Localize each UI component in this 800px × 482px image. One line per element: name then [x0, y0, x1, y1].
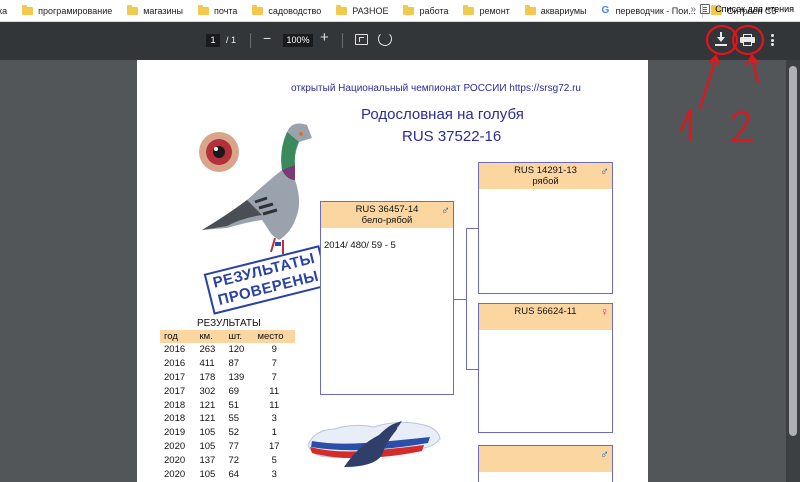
km-cell: 411	[199, 358, 215, 370]
pigeon-ring-number: RUS 37522-16	[402, 128, 502, 145]
pdf-page: открытый Национальный чемпионат РОССИИ h…	[137, 60, 648, 482]
place-cell: 7	[271, 358, 277, 370]
place-cell: 11	[269, 385, 280, 397]
connector-line	[454, 299, 466, 300]
count-cell: 120	[228, 344, 245, 356]
arrow-1-line	[698, 56, 718, 110]
km-cell: 121	[199, 413, 216, 425]
male-icon: ♂	[600, 164, 609, 178]
table-row: 2017 178 139 7	[160, 371, 295, 385]
km-cell: 137	[199, 454, 216, 466]
count-cell: 55	[228, 413, 240, 425]
place-cell: 1	[271, 427, 277, 439]
document-header: открытый Национальный чемпионат РОССИИ h…	[291, 83, 581, 94]
table-row: 2018 121 55 3	[160, 412, 295, 426]
km-cell: 178	[199, 371, 216, 383]
results-header-row: год км. шт. место	[160, 330, 295, 343]
vertical-scrollbar[interactable]	[786, 60, 800, 482]
count-cell: 51	[228, 399, 240, 411]
place-cell: 5	[271, 454, 277, 466]
results-table-body: 2016 263 120 9 2016 411 87 7 2017 178 139 7 2017 302 6…	[160, 343, 295, 482]
year-cell: 2018	[164, 399, 186, 411]
results-table: год км. шт. место 2016 263 120 9 2016 411 87 7 2…	[160, 330, 295, 482]
sire-box: RUS 36457-14 бело-рябой ♂ 2014/ 480/ 59 …	[320, 201, 454, 395]
grandsire-box-header: RUS 14291-13 рябой ♂	[479, 163, 612, 189]
sire-note: 2014/ 480/ 59 - 5	[324, 240, 396, 251]
km-cell: 263	[199, 344, 216, 356]
count-cell: 139	[228, 371, 245, 383]
place-cell: 3	[271, 413, 277, 425]
year-cell: 2016	[164, 358, 186, 370]
table-row: 2017 302 69 11	[160, 384, 295, 398]
year-cell: 2017	[164, 371, 186, 383]
place-cell: 3	[271, 468, 277, 480]
year-cell: 2020	[164, 440, 186, 452]
sire-color: бело-рябой	[361, 215, 413, 226]
table-row: 2018 121 51 11	[160, 398, 295, 412]
ancestor-box-header: ♂	[479, 446, 612, 472]
km-cell: 302	[199, 385, 216, 397]
granddam-ring: RUS 56624-11	[514, 306, 577, 317]
km-cell: 105	[199, 468, 216, 480]
connector-line	[466, 228, 478, 229]
digit-1	[679, 109, 692, 142]
connector-line	[466, 228, 467, 370]
col-header-year: год	[160, 330, 196, 343]
results-title: РЕЗУЛЬТАТЫ	[197, 318, 261, 329]
table-row: 2016 263 120 9	[160, 343, 295, 357]
year-cell: 2018	[164, 413, 186, 425]
col-header-place: место	[253, 330, 295, 343]
km-cell: 105	[199, 427, 216, 439]
granddam-box: RUS 56624-11 ♀	[478, 303, 613, 433]
count-cell: 87	[228, 358, 240, 370]
place-cell: 7	[271, 371, 277, 383]
scrollbar-thumb[interactable]	[789, 66, 797, 436]
year-cell: 2016	[164, 344, 186, 356]
place-cell: 9	[271, 344, 277, 356]
table-row: 2019 105 52 1	[160, 426, 295, 440]
digit-2	[730, 110, 754, 142]
table-row: 2016 411 87 7	[160, 357, 295, 371]
russia-map-logo	[307, 421, 441, 467]
count-cell: 64	[228, 468, 240, 480]
granddam-box-header: RUS 56624-11 ♀	[479, 304, 612, 330]
connector-line	[466, 369, 478, 370]
count-cell: 72	[228, 454, 240, 466]
sire-box-header: RUS 36457-14 бело-рябой ♂	[321, 202, 453, 228]
female-icon: ♀	[600, 305, 609, 319]
km-cell: 121	[199, 399, 216, 411]
grandsire-box: RUS 14291-13 рябой ♂	[478, 162, 613, 294]
grandsire-ring: RUS 14291-13	[514, 165, 577, 176]
count-cell: 77	[228, 440, 240, 452]
document-title: Родословная на голубя	[361, 106, 524, 123]
count-cell: 52	[228, 427, 240, 439]
table-row: 2020 105 77 17	[160, 440, 295, 454]
table-row: 2020 137 72 5	[160, 453, 295, 467]
pigeon-image	[199, 123, 312, 254]
male-icon: ♂	[441, 203, 450, 217]
col-header-count: шт.	[224, 330, 254, 343]
ancestor-box: ♂	[478, 445, 613, 482]
km-cell: 105	[199, 440, 216, 452]
sire-ring: RUS 36457-14	[355, 204, 419, 215]
year-cell: 2019	[164, 427, 186, 439]
place-cell: 17	[268, 440, 280, 452]
table-row: 2020 105 64 3	[160, 467, 295, 481]
grandsire-color: рябой	[532, 176, 559, 187]
col-header-km: км.	[195, 330, 225, 343]
year-cell: 2020	[164, 468, 186, 480]
year-cell: 2020	[164, 454, 186, 466]
place-cell: 11	[269, 399, 280, 411]
count-cell: 69	[228, 385, 240, 397]
male-icon: ♂	[600, 447, 609, 461]
year-cell: 2017	[164, 385, 186, 397]
